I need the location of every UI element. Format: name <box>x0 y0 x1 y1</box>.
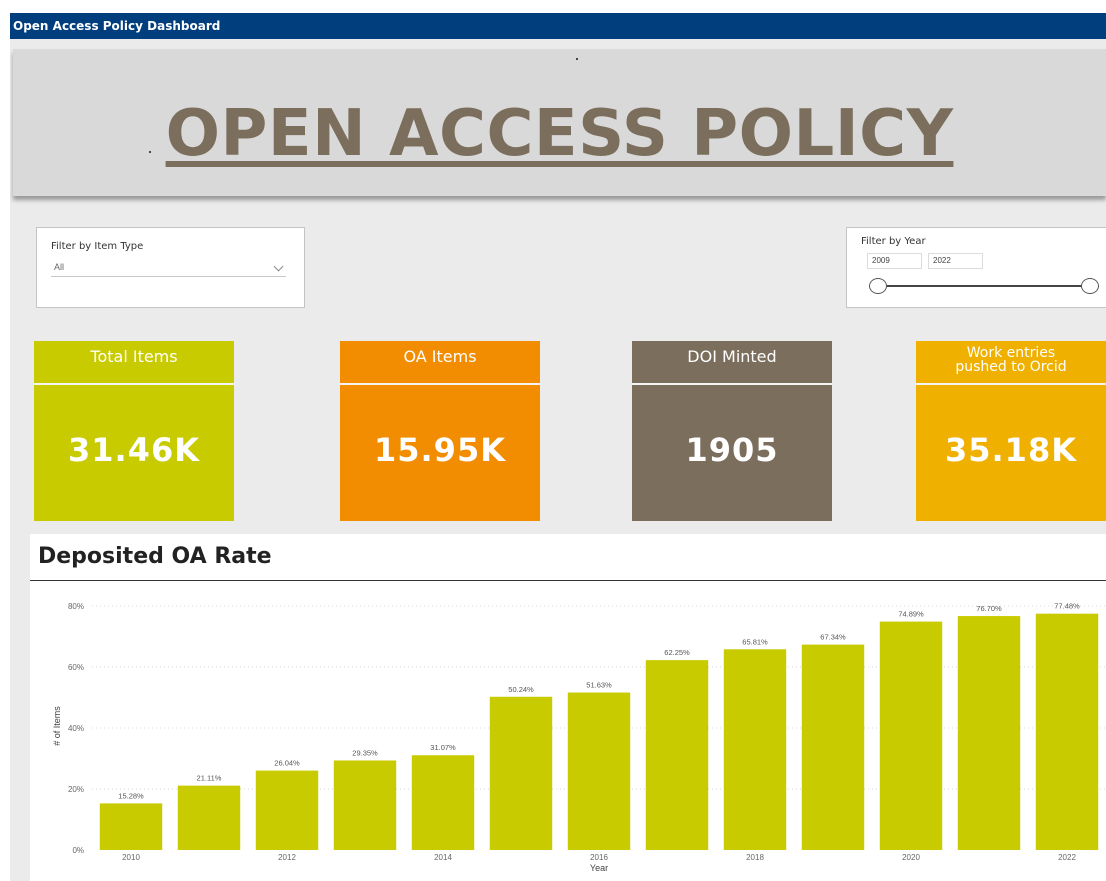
bar <box>567 692 631 850</box>
item-type-dropdown[interactable]: All <box>51 259 286 277</box>
x-tick-label: 2014 <box>434 853 452 862</box>
kpi-divider <box>916 383 1106 385</box>
data-label: 21.11% <box>197 774 222 783</box>
data-label: 26.04% <box>274 759 300 768</box>
item-type-filter[interactable]: Filter by Item Type All <box>36 227 305 308</box>
decorative-dot <box>576 58 578 60</box>
bar <box>489 696 553 850</box>
kpi-card-orcid-entries: Work entries pushed to Orcid 35.18K <box>916 341 1106 521</box>
bar <box>99 803 163 850</box>
item-type-filter-label: Filter by Item Type <box>51 241 144 252</box>
kpi-title: Total Items <box>90 347 178 366</box>
x-tick-label: 2010 <box>122 853 140 862</box>
data-label: 74.89% <box>898 610 924 619</box>
banner-title: OPEN ACCESS POLICY <box>165 97 954 171</box>
year-to-input[interactable]: 2022 <box>928 253 983 269</box>
data-label: 51.63% <box>586 681 612 690</box>
bar <box>879 621 943 850</box>
bar <box>645 660 709 850</box>
year-slider-end-handle[interactable] <box>1081 278 1099 294</box>
data-label: 31.07% <box>430 743 456 752</box>
kpi-value: 1905 <box>685 431 779 469</box>
x-tick-label: 2012 <box>278 853 296 862</box>
y-tick-label: 60% <box>68 663 84 672</box>
year-filter-label: Filter by Year <box>861 236 926 247</box>
x-tick-label: 2018 <box>746 853 764 862</box>
data-label: 29.35% <box>352 748 378 757</box>
y-tick-label: 40% <box>68 724 84 733</box>
report-canvas: OPEN ACCESS POLICY Filter by Item Type A… <box>10 39 1106 881</box>
kpi-value: 15.95K <box>373 431 506 469</box>
kpi-value: 35.18K <box>944 431 1077 469</box>
kpi-divider <box>340 383 540 385</box>
kpi-value: 31.46K <box>67 431 200 469</box>
x-tick-label: 2016 <box>590 853 608 862</box>
oa-rate-bar-chart: 0% 20% 40% 60% 80% # of Items 15.28% 2010 21.11%… <box>52 602 1106 873</box>
kpi-divider <box>632 383 832 385</box>
y-tick-label: 0% <box>72 846 84 855</box>
bar <box>957 616 1021 850</box>
bar <box>801 644 865 850</box>
kpi-title: OA Items <box>403 347 477 366</box>
chevron-down-icon <box>273 261 284 272</box>
data-label: 77.48% <box>1054 602 1080 611</box>
bar <box>1035 613 1099 850</box>
data-label: 65.81% <box>742 637 768 646</box>
app-title-bar: Open Access Policy Dashboard <box>10 13 1106 39</box>
item-type-dropdown-value: All <box>54 262 65 272</box>
data-label: 67.34% <box>820 633 846 642</box>
data-label: 76.70% <box>976 604 1002 613</box>
bar <box>255 770 319 850</box>
oa-rate-chart-panel: Deposited OA Rate 0% 20% 40% 60% 80% # of Ite… <box>30 534 1106 881</box>
kpi-divider <box>34 383 234 385</box>
y-tick-label: 20% <box>68 785 84 794</box>
banner: OPEN ACCESS POLICY <box>13 49 1106 196</box>
year-slider-track[interactable] <box>877 285 1095 287</box>
kpi-card-oa-items: OA Items 15.95K <box>340 341 540 521</box>
bar <box>723 649 787 850</box>
kpi-title-line: pushed to Orcid <box>955 359 1067 375</box>
kpi-card-doi-minted: DOI Minted 1905 <box>632 341 832 521</box>
year-from-input[interactable]: 2009 <box>867 253 922 269</box>
x-tick-label: 2020 <box>902 853 920 862</box>
data-label: 62.25% <box>664 648 690 657</box>
kpi-title: DOI Minted <box>687 347 777 366</box>
app-title: Open Access Policy Dashboard <box>13 19 221 33</box>
year-slider-start-handle[interactable] <box>869 278 887 294</box>
x-tick-label: 2022 <box>1058 853 1076 862</box>
bar <box>177 785 241 850</box>
y-axis-label: # of Items <box>52 706 62 746</box>
data-label: 15.28% <box>118 791 144 800</box>
bar <box>411 755 475 850</box>
kpi-title: Work entries pushed to Orcid <box>916 346 1106 374</box>
x-axis-label: Year <box>590 863 608 873</box>
data-label: 50.24% <box>508 685 534 694</box>
year-filter[interactable]: Filter by Year 2009 2022 <box>846 227 1106 308</box>
kpi-card-total-items: Total Items 31.46K <box>34 341 234 521</box>
bar <box>333 760 397 850</box>
y-tick-label: 80% <box>68 602 84 611</box>
